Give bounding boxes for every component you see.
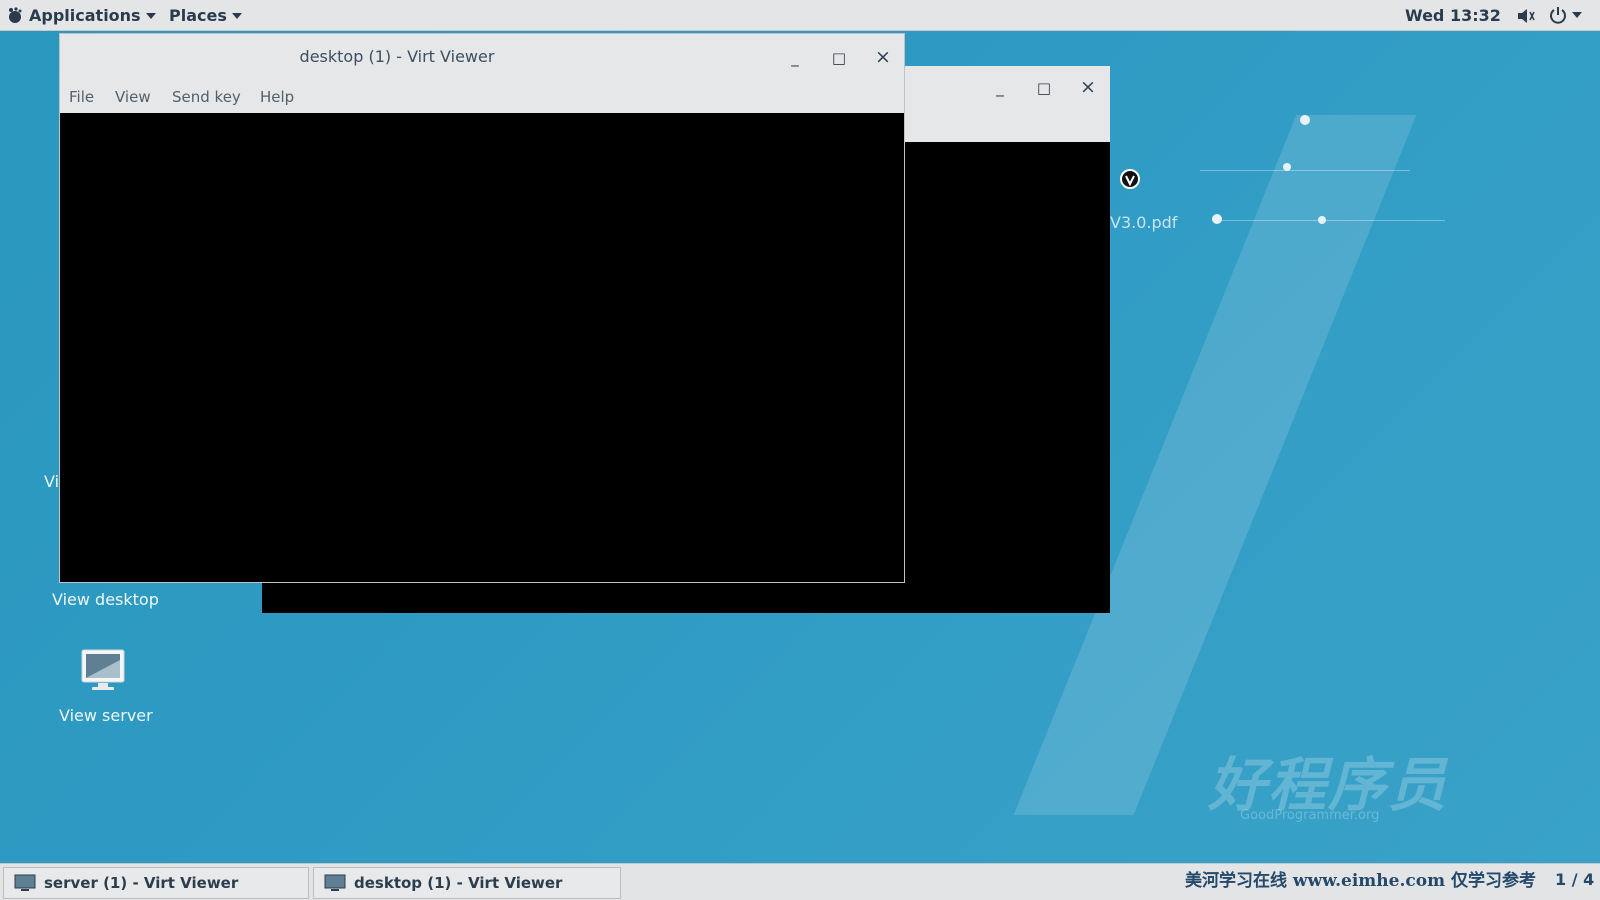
chevron-down-icon [231, 12, 242, 19]
chevron-down-icon [145, 12, 156, 19]
menu-file[interactable]: File [69, 88, 94, 106]
wallpaper-dot [1300, 115, 1310, 125]
pdf-file-label[interactable]: V3.0.pdf [1110, 213, 1177, 232]
wallpaper-dot [1212, 214, 1222, 224]
minimize-button[interactable]: _ [988, 76, 1012, 100]
desktop-display-area[interactable] [60, 113, 904, 582]
desktop-virt-viewer-window[interactable]: desktop (1) - Virt Viewer _ □ × File Vie… [59, 33, 905, 583]
maximize-button[interactable]: □ [827, 46, 851, 70]
close-button[interactable]: × [871, 45, 895, 69]
view-desktop-label[interactable]: View desktop [52, 590, 159, 609]
window-title: desktop (1) - Virt Viewer [299, 47, 495, 66]
workspace-pager[interactable]: 1 / 4 [1555, 870, 1594, 889]
wallpaper-dot [1283, 163, 1291, 171]
monitor-icon[interactable] [80, 648, 126, 694]
wallpaper-line [1215, 220, 1445, 221]
virt-viewer-icon [14, 874, 36, 891]
virt-viewer-icon [324, 874, 346, 891]
menu-help[interactable]: Help [260, 88, 294, 106]
taskbar-item-server[interactable]: server (1) - Virt Viewer [3, 867, 309, 899]
menu-view[interactable]: View [115, 88, 151, 106]
places-label: Places [169, 6, 227, 25]
minimize-button[interactable]: _ [783, 46, 807, 70]
partial-desktop-label[interactable]: Vi [44, 472, 59, 491]
chevron-down-icon [1572, 12, 1582, 18]
volume-icon[interactable] [1516, 7, 1536, 25]
menu-send-key[interactable]: Send key [172, 88, 241, 106]
menu-bar: File View Send key Help [60, 82, 904, 112]
applications-menu[interactable]: Applications [6, 6, 156, 25]
taskbar-item-label: server (1) - Virt Viewer [44, 874, 239, 892]
places-menu[interactable]: Places [169, 6, 242, 25]
top-panel: Applications Places Wed 13:32 [0, 0, 1600, 31]
view-server-label[interactable]: View server [59, 706, 153, 725]
taskbar-item-label: desktop (1) - Virt Viewer [354, 874, 563, 892]
wallpaper-line [1200, 170, 1410, 171]
watermark-text: 美河学习在线 www.eimhe.com 仅学习参考 [1185, 871, 1536, 891]
close-button[interactable]: × [1076, 75, 1100, 99]
window-list-bar: server (1) - Virt Viewer desktop (1) - V… [0, 863, 1600, 900]
power-icon [1550, 7, 1566, 24]
gnome-foot-icon [9, 6, 22, 23]
maximize-button[interactable]: □ [1032, 76, 1056, 100]
clock-label: Wed 13:32 [1405, 6, 1501, 25]
system-menu[interactable] [1549, 6, 1582, 24]
applications-label: Applications [29, 6, 141, 25]
wallpaper-logo-subtitle: GoodProgrammer.org [1240, 808, 1380, 823]
clock[interactable]: Wed 13:32 [1405, 6, 1501, 25]
desktop-window-titlebar[interactable]: desktop (1) - Virt Viewer _ □ × [60, 34, 904, 82]
taskbar-item-desktop[interactable]: desktop (1) - Virt Viewer [313, 867, 621, 899]
cursor-icon [1120, 169, 1140, 189]
wallpaper-dot [1318, 216, 1326, 224]
